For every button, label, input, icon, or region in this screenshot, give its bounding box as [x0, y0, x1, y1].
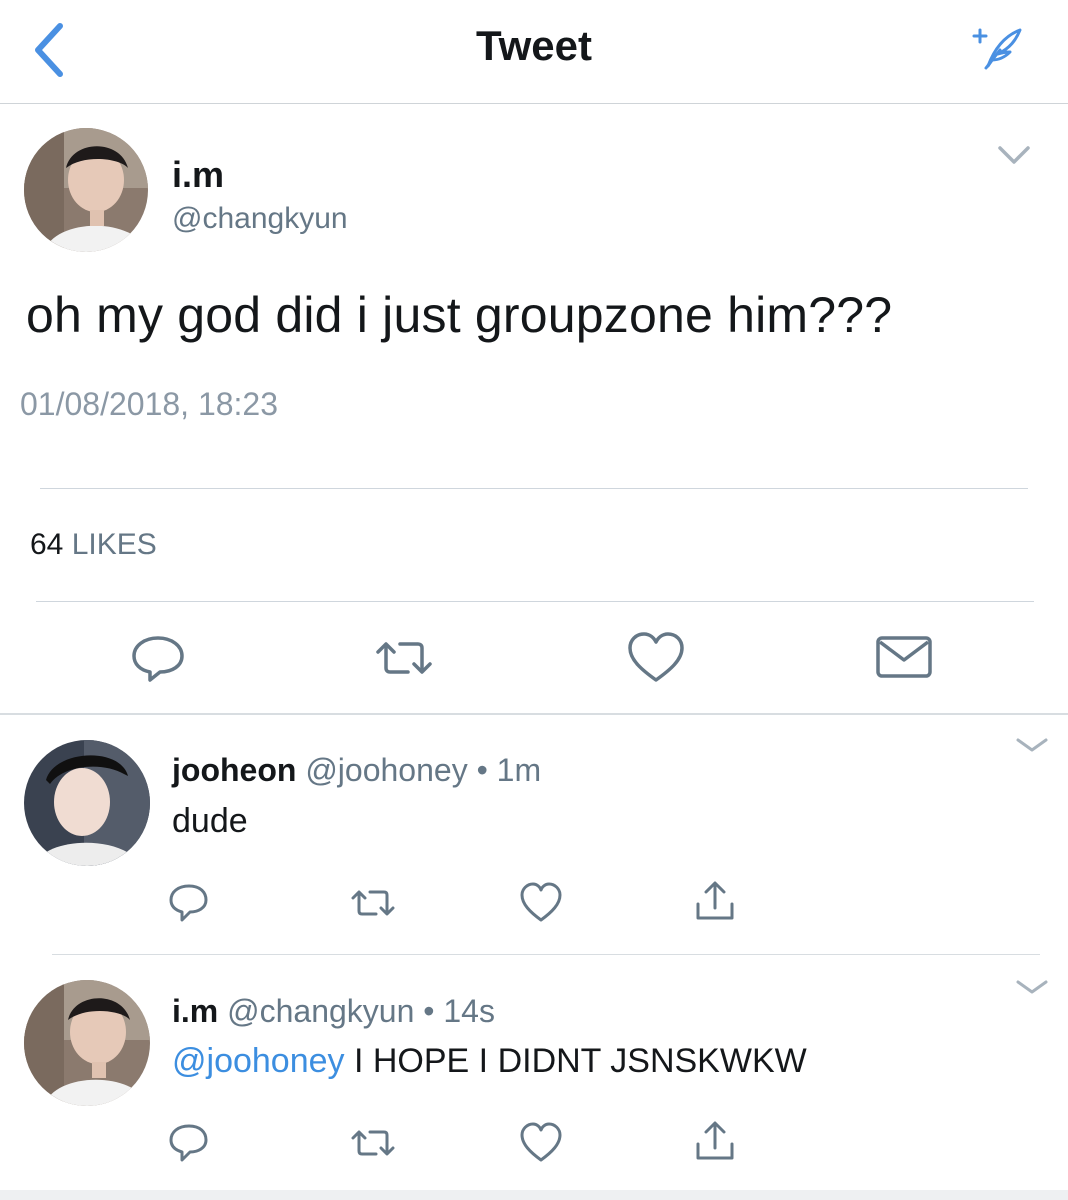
author-handle[interactable]: @changkyun	[172, 202, 348, 236]
reply-author-name[interactable]: i.m	[172, 993, 218, 1029]
likes-label: LIKES	[71, 528, 157, 561]
likes-number: 64	[30, 528, 64, 561]
separator-dot: •	[423, 993, 435, 1029]
share-icon	[696, 881, 734, 920]
direct-message-button[interactable]	[874, 630, 934, 686]
mention-link[interactable]: @joohoney	[172, 1042, 345, 1080]
retweet-button[interactable]	[350, 880, 396, 926]
more-options-button[interactable]	[1014, 976, 1050, 1000]
separator-dot: •	[476, 752, 488, 788]
chevron-down-icon	[998, 146, 1030, 164]
reply-icon	[169, 1124, 208, 1162]
retweet-button[interactable]	[374, 630, 434, 686]
avatar[interactable]	[24, 980, 150, 1106]
envelope-icon	[876, 636, 932, 678]
heart-icon	[520, 1122, 562, 1162]
reply-button[interactable]	[128, 630, 188, 686]
reply-text-content: I HOPE I DIDNT JSNSKWKW	[344, 1042, 807, 1080]
reply-button[interactable]	[166, 1120, 212, 1166]
reply-author-handle[interactable]: @joohoney	[305, 752, 467, 788]
reply-text: @joohoney I HOPE I DIDNT JSNSKWKW	[172, 1042, 807, 1081]
reply-author-name[interactable]: jooheon	[172, 752, 296, 788]
reply-header: jooheon @joohoney • 1m	[172, 752, 541, 789]
reply-text: dude	[172, 802, 248, 840]
reply-button[interactable]	[166, 880, 212, 926]
more-options-button[interactable]	[994, 140, 1034, 170]
top-nav-bar: Tweet	[0, 0, 1068, 104]
author-name[interactable]: i.m	[172, 154, 224, 196]
avatar[interactable]	[24, 128, 148, 252]
reply-time: 14s	[443, 993, 495, 1029]
share-button[interactable]	[692, 878, 738, 924]
compose-button[interactable]	[970, 22, 1022, 72]
divider	[0, 713, 1068, 715]
avatar[interactable]	[24, 740, 150, 866]
chevron-down-icon	[1016, 980, 1048, 994]
share-icon	[696, 1121, 734, 1160]
divider	[52, 954, 1040, 955]
retweet-icon	[351, 1130, 395, 1156]
reply-header: i.m @changkyun • 14s	[172, 993, 495, 1030]
more-options-button[interactable]	[1014, 734, 1050, 758]
reply-icon	[132, 636, 184, 682]
tweet-timestamp: 01/08/2018, 18:23	[20, 386, 279, 422]
likes-count[interactable]: 64 LIKES	[30, 528, 157, 562]
reply-time: 1m	[496, 752, 542, 788]
retweet-icon	[351, 890, 395, 916]
chevron-down-icon	[1016, 738, 1048, 752]
bottom-divider	[0, 1190, 1068, 1200]
page-title: Tweet	[476, 22, 592, 69]
tweet-text: oh my god did i just groupzone him???	[26, 287, 893, 343]
share-button[interactable]	[692, 1118, 738, 1164]
retweet-button[interactable]	[350, 1120, 396, 1166]
like-button[interactable]	[518, 880, 564, 926]
like-button[interactable]	[518, 1120, 564, 1166]
heart-icon	[628, 632, 684, 682]
reply-author-handle[interactable]: @changkyun	[227, 993, 414, 1029]
reply-icon	[169, 884, 208, 922]
retweet-icon	[376, 642, 432, 674]
divider	[40, 488, 1028, 489]
like-button[interactable]	[626, 630, 686, 686]
divider	[36, 601, 1034, 602]
heart-icon	[520, 882, 562, 922]
compose-sparkle-icon	[972, 28, 1022, 70]
